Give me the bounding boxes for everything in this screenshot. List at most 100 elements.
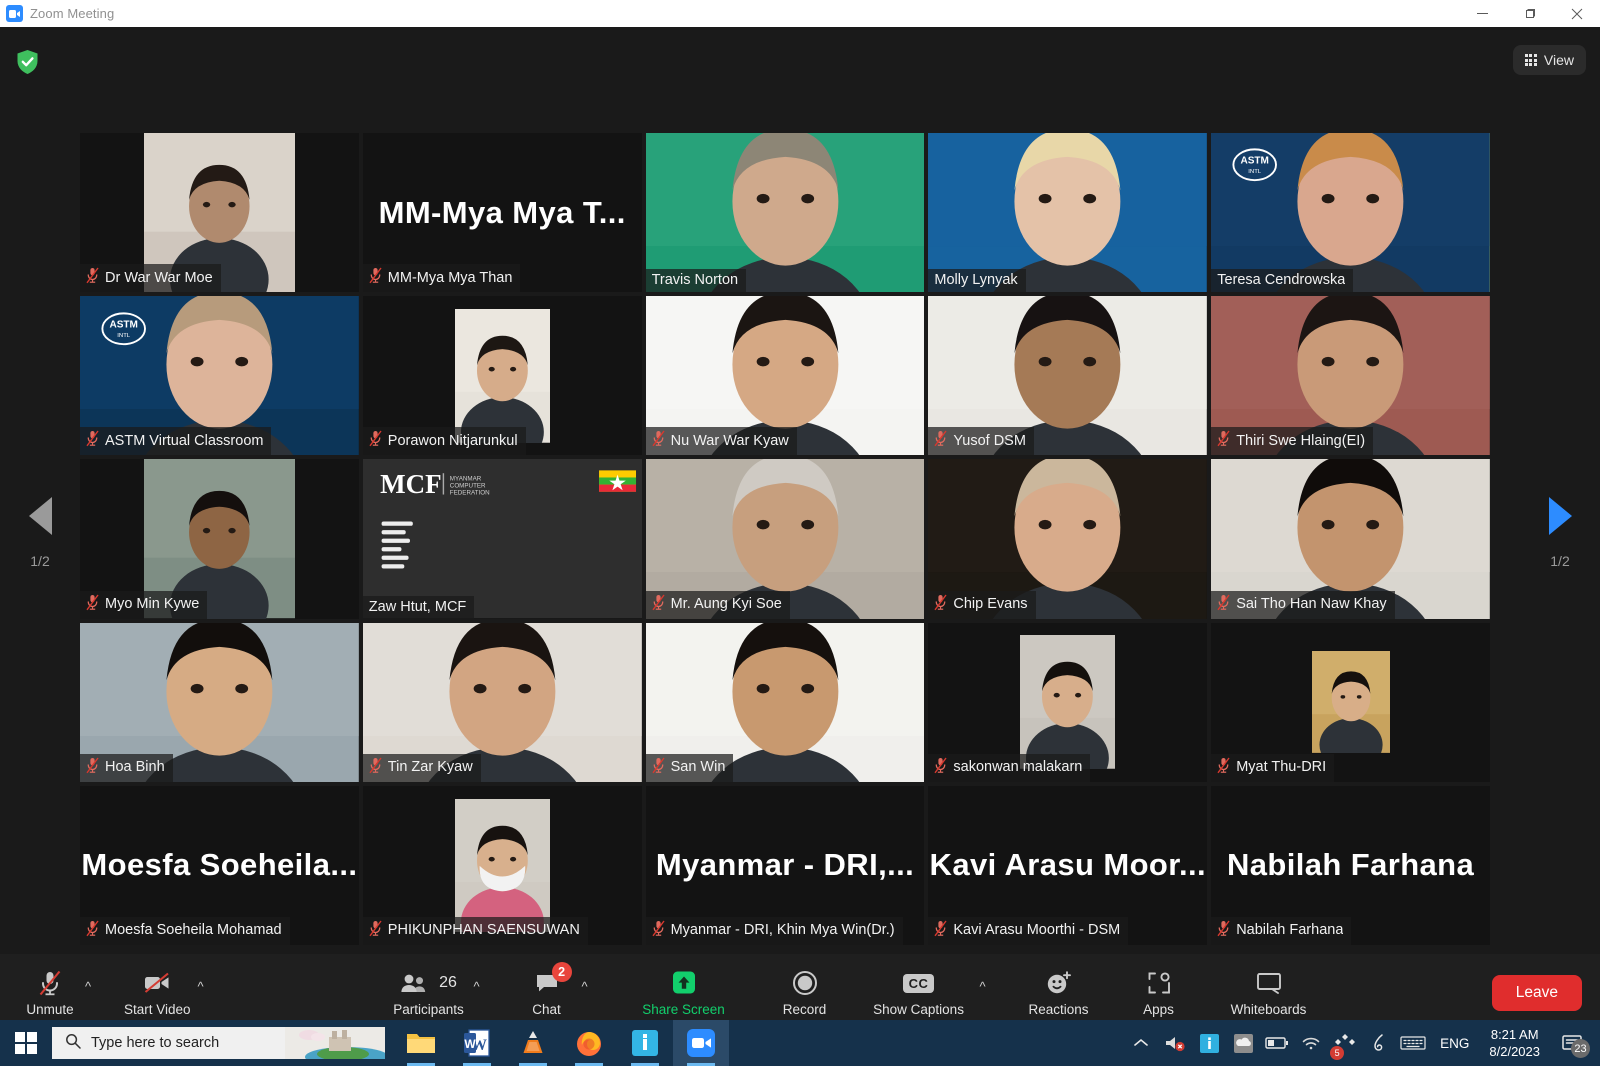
participant-tile[interactable]: ASTM INTL ASTM Virtual Classroom [80,296,359,456]
captions-options-caret[interactable]: ^ [973,966,993,1006]
audio-options-caret[interactable]: ^ [78,966,98,1006]
start-video-button[interactable]: Start Video [124,962,191,1024]
participant-tile[interactable]: Hoa Binh [80,622,359,782]
participant-display-name: MM-Mya Mya T... [378,194,626,230]
participant-tile[interactable]: Porawon Nitjarunkul [362,296,642,456]
participant-tile[interactable]: Myat Thu-DRI [1211,622,1490,782]
mic-muted-icon [86,594,99,615]
show-captions-button[interactable]: CC Show Captions [865,962,973,1024]
unmute-label: Unmute [26,1002,74,1017]
participant-tile[interactable]: Travis Norton [645,133,925,293]
notification-icon[interactable]: 23 [1550,1020,1594,1066]
leave-button[interactable]: Leave [1491,975,1582,1011]
svg-text:ASTM: ASTM [109,319,137,330]
search-input[interactable]: Type here to search [52,1027,385,1059]
minimize-button[interactable] [1459,0,1506,27]
participant-tile[interactable]: Yusof DSM [928,296,1208,456]
participant-name: Yusof DSM [953,432,1026,449]
audio-control-group: Unmute ^ [22,962,98,1024]
mic-muted-icon [934,430,947,451]
participant-tile[interactable]: ASTM INTL Teresa Cendrowska [1211,133,1490,293]
view-button[interactable]: View [1512,45,1586,75]
audio-muted-icon[interactable] [1158,1020,1192,1066]
participant-tile[interactable]: Myanmar - DRI,... Myanmar - DRI, Khin Mya… [645,785,925,945]
participant-tile[interactable]: Kavi Arasu Moor... Kavi Arasu Moorthi - D… [928,785,1208,945]
record-button[interactable]: Record [769,962,841,1024]
participant-tile[interactable]: San Win [645,622,925,782]
participant-tile[interactable]: PHIKUNPHAN SAENSUWAN [362,785,642,945]
participant-tile[interactable]: Nu War War Kyaw [645,296,925,456]
participant-tile[interactable]: Myo Min Kywe [80,459,359,619]
word-icon[interactable]: WW [449,1020,505,1066]
reactions-button[interactable]: Reactions [1015,962,1103,1024]
participant-tile[interactable]: sakonwan malakarn [928,622,1208,782]
next-page-control[interactable]: 1/2 [1520,497,1600,569]
participant-gallery: Dr War War Moe MM-Mya Mya T... MM-Mya Mya … [80,133,1490,945]
close-button[interactable] [1553,0,1600,27]
participant-name-bar: Myat Thu-DRI [1211,753,1335,782]
mic-muted-icon [1217,920,1230,941]
participant-tile[interactable]: Nabilah Farhana Nabilah Farhana [1211,785,1490,945]
participant-tile[interactable]: Dr War War Moe [80,133,359,293]
info-tray-icon[interactable] [1192,1020,1226,1066]
participant-name-bar: Molly Lynyak [928,269,1026,293]
participant-name-bar: Hoa Binh [80,753,173,782]
language-indicator[interactable]: ENG [1430,1036,1479,1051]
touch-keyboard-icon[interactable] [1396,1020,1430,1066]
participant-tile[interactable]: Molly Lynyak [928,133,1208,293]
participant-name: Sai Tho Han Naw Khay [1236,596,1387,613]
window-title: Zoom Meeting [30,6,115,21]
show-hidden-icons-chevron[interactable] [1124,1020,1158,1066]
svg-text:MCF: MCF [380,470,441,500]
participant-tile[interactable]: Thiri Swe Hlaing(EI) [1211,296,1490,456]
share-screen-button[interactable]: Share Screen [629,962,739,1024]
video-options-caret[interactable]: ^ [191,966,211,1006]
participant-tile[interactable]: Moesfa Soeheila... Moesfa Soeheila Mohama… [80,785,359,945]
participant-name: sakonwan malakarn [953,759,1083,776]
maximize-restore-button[interactable] [1506,0,1553,27]
participant-tile[interactable]: Mr. Aung Kyi Soe [645,459,925,619]
share-arrow-up-icon [669,969,699,997]
chat-label: Chat [532,1002,561,1017]
info-app-icon[interactable] [617,1020,673,1066]
participant-tile[interactable]: Chip Evans [928,459,1208,619]
participant-tile[interactable]: Sai Tho Han Naw Khay [1211,459,1490,619]
participant-name-bar: San Win [645,753,734,782]
apps-button[interactable]: Apps [1127,962,1191,1024]
video-control-group: Start Video ^ [124,962,211,1024]
participant-name: Teresa Cendrowska [1217,272,1346,289]
participant-name: Porawon Nitjarunkul [387,432,518,449]
wifi-icon[interactable] [1294,1020,1328,1066]
file-explorer-icon[interactable] [393,1020,449,1066]
svg-text:FEDERATION: FEDERATION [450,490,490,497]
unmute-button[interactable]: Unmute [22,962,78,1024]
battery-icon[interactable] [1260,1020,1294,1066]
chat-options-caret[interactable]: ^ [575,966,595,1006]
shield-check-icon[interactable] [14,48,40,76]
firefox-icon[interactable] [561,1020,617,1066]
onedrive-icon[interactable] [1226,1020,1260,1066]
participants-options-caret[interactable]: ^ [467,966,487,1006]
vlc-icon[interactable] [505,1020,561,1066]
participants-button[interactable]: 26 Participants [391,962,467,1024]
chat-button[interactable]: 2 Chat [519,962,575,1024]
participant-display-name: Nabilah Farhana [1226,847,1475,883]
previous-page-control[interactable]: 1/2 [0,497,80,569]
windows-start-icon[interactable] [0,1020,52,1066]
mic-muted-icon [86,430,99,451]
pen-icon[interactable] [1362,1020,1396,1066]
updates-icon[interactable]: 5 [1328,1020,1362,1066]
participant-tile[interactable]: MCF MYANMAR COMPUTER FEDERATION Zaw Htut, MC… [362,459,642,619]
zoom-app-icon[interactable] [673,1020,729,1066]
participant-name: Nu War War Kyaw [670,432,789,449]
smiley-plus-icon [1045,969,1073,997]
whiteboard-icon [1255,969,1283,997]
whiteboards-button[interactable]: Whiteboards [1215,962,1323,1024]
participant-tile[interactable]: Tin Zar Kyaw [362,622,642,782]
participant-video [1020,635,1116,770]
system-tray: 5 ENG 8:21 AM 8/2/2023 23 [1124,1020,1600,1066]
chevron-right-icon [1548,497,1572,535]
taskbar-clock[interactable]: 8:21 AM 8/2/2023 [1479,1026,1550,1060]
participant-tile[interactable]: MM-Mya Mya T... MM-Mya Mya Than [362,133,642,293]
window-controls [1459,0,1600,27]
